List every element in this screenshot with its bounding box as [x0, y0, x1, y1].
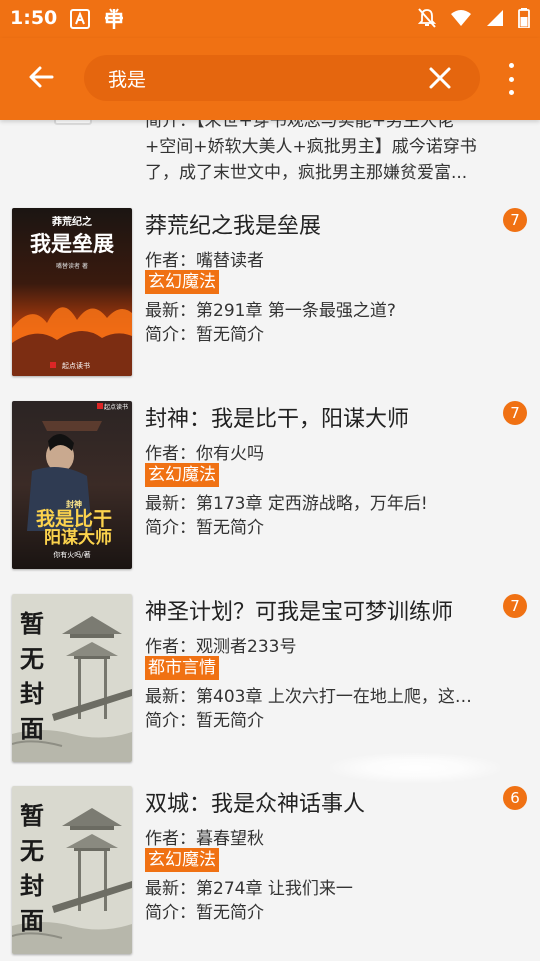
cover-main-text: 我是垒展: [30, 232, 114, 256]
search-input[interactable]: [108, 63, 408, 93]
book-intro: 简介：暂无简介: [145, 518, 264, 538]
source-count-badge: 6: [503, 786, 527, 810]
book-title: 封神：我是比干，阳谋大师: [145, 407, 410, 432]
more-vert-icon-dot: [508, 90, 514, 95]
list-item[interactable]: 暂 无 封 面 双城：我是众神话事人 作者：暮春望秋 玄幻魔法 最新：第274章…: [0, 786, 540, 961]
source-count-badge: 7: [503, 594, 527, 618]
wifi-icon: [450, 9, 472, 27]
book-intro-line: 了，成了末世文中，疯批男主那嫌贫爱富...: [145, 163, 468, 183]
list-item-partial[interactable]: 简介：【末世+穿书观念与实能+男主大佬 +空间+娇软大美人+疯批男主】戚今诺穿书…: [0, 120, 540, 186]
book-latest-chapter: 最新：第173章 定西游战略，万年后!: [145, 494, 428, 514]
cover-placeholder-char: 暂: [20, 802, 44, 830]
book-intro-line: 简介：【末世+穿书观念与实能+男主大佬: [145, 120, 454, 131]
book-intro-line: +空间+娇软大美人+疯批男主】戚今诺穿书: [145, 137, 477, 157]
search-results-list[interactable]: 简介：【末世+穿书观念与实能+男主大佬 +空间+娇软大美人+疯批男主】戚今诺穿书…: [0, 120, 540, 961]
book-cover: [54, 120, 92, 125]
app-bar: [0, 38, 540, 120]
back-button[interactable]: [22, 60, 60, 98]
cover-placeholder-char: 面: [20, 715, 44, 743]
signal-icon: [486, 9, 504, 27]
cover-author-text: 嘴替读者 著: [56, 262, 88, 270]
status-time: 1:50: [10, 7, 58, 29]
a-box-icon: [70, 9, 90, 29]
source-count-badge: 7: [503, 401, 527, 425]
status-left-icons: [70, 8, 126, 30]
book-latest-chapter: 最新：第403章 上次六打一在地上爬，这次我要: [145, 687, 480, 707]
book-category-tag: 玄幻魔法: [145, 270, 219, 294]
book-category-tag: 都市言情: [145, 656, 219, 680]
status-bar: 1:50: [0, 0, 540, 38]
book-cover: 暂 无 封 面: [12, 594, 132, 762]
clear-search-button[interactable]: [428, 66, 452, 90]
cover-main-text: 我是比干: [36, 508, 112, 530]
arrow-left-icon: [28, 64, 54, 94]
more-options-button[interactable]: [504, 63, 518, 95]
more-vert-icon-dot: [508, 76, 514, 82]
cover-publisher-text: 起点读书: [62, 361, 90, 370]
search-box: [84, 55, 480, 101]
book-category-tag: 玄幻魔法: [145, 463, 219, 487]
cover-placeholder-char: 封: [20, 872, 44, 900]
list-item[interactable]: 莽荒纪之 我是垒展 嘴替读者 著 起点读书 莽荒纪之我是垒展 作者：嘴替读者 玄…: [0, 208, 540, 400]
cover-placeholder-char: 无: [20, 837, 44, 865]
book-intro: 简介：暂无简介: [145, 903, 264, 923]
cover-author-text: 你有火吗/著: [53, 550, 90, 559]
more-vert-icon-dot: [508, 63, 514, 68]
cover-main-text-2: 阳谋大师: [44, 527, 112, 548]
book-title: 莽荒纪之我是垒展: [145, 214, 322, 239]
book-author: 作者：观测者233号: [145, 637, 297, 657]
source-count-badge: 7: [503, 208, 527, 232]
book-category-tag: 玄幻魔法: [145, 848, 219, 872]
cover-top-text: 莽荒纪之: [51, 215, 92, 228]
book-title: 神圣计划？可我是宝可梦训练师: [145, 600, 454, 625]
battery-icon: [518, 8, 530, 28]
status-right-icons: [418, 8, 530, 28]
book-cover: 莽荒纪之 我是垒展 嘴替读者 著 起点读书: [12, 208, 132, 376]
cover-placeholder-char: 暂: [20, 610, 44, 638]
book-intro: 简介：暂无简介: [145, 711, 264, 731]
cover-publisher-text: 起点读书: [104, 403, 128, 411]
book-latest-chapter: 最新：第291章 第一条最强之道?: [145, 301, 396, 321]
list-item[interactable]: 起点读书 封神 我是比干 阳谋大师 你有火吗/著 封神：我是比干，阳谋大师 作者…: [0, 401, 540, 593]
close-icon: [428, 67, 452, 94]
book-title: 双城：我是众神话事人: [145, 792, 366, 817]
book-latest-chapter: 最新：第274章 让我们来一: [145, 879, 353, 899]
cover-placeholder-char: 面: [20, 907, 44, 935]
bug-icon: [102, 8, 126, 30]
book-cover: 暂 无 封 面: [12, 786, 132, 954]
list-item[interactable]: 暂 无 封 面 神圣计划？可我是宝可梦训练师 作者：观测者233号 都市言情 最…: [0, 594, 540, 786]
book-author: 作者：你有火吗: [145, 444, 264, 464]
book-intro: 简介：暂无简介: [145, 325, 264, 345]
book-author: 作者：暮春望秋: [145, 829, 264, 849]
book-author: 作者：嘴替读者: [145, 251, 264, 271]
notifications-off-icon: [418, 8, 436, 28]
book-cover: 起点读书 封神 我是比干 阳谋大师 你有火吗/著: [12, 401, 132, 569]
cover-placeholder-char: 封: [20, 680, 44, 708]
cover-placeholder-char: 无: [20, 645, 44, 673]
